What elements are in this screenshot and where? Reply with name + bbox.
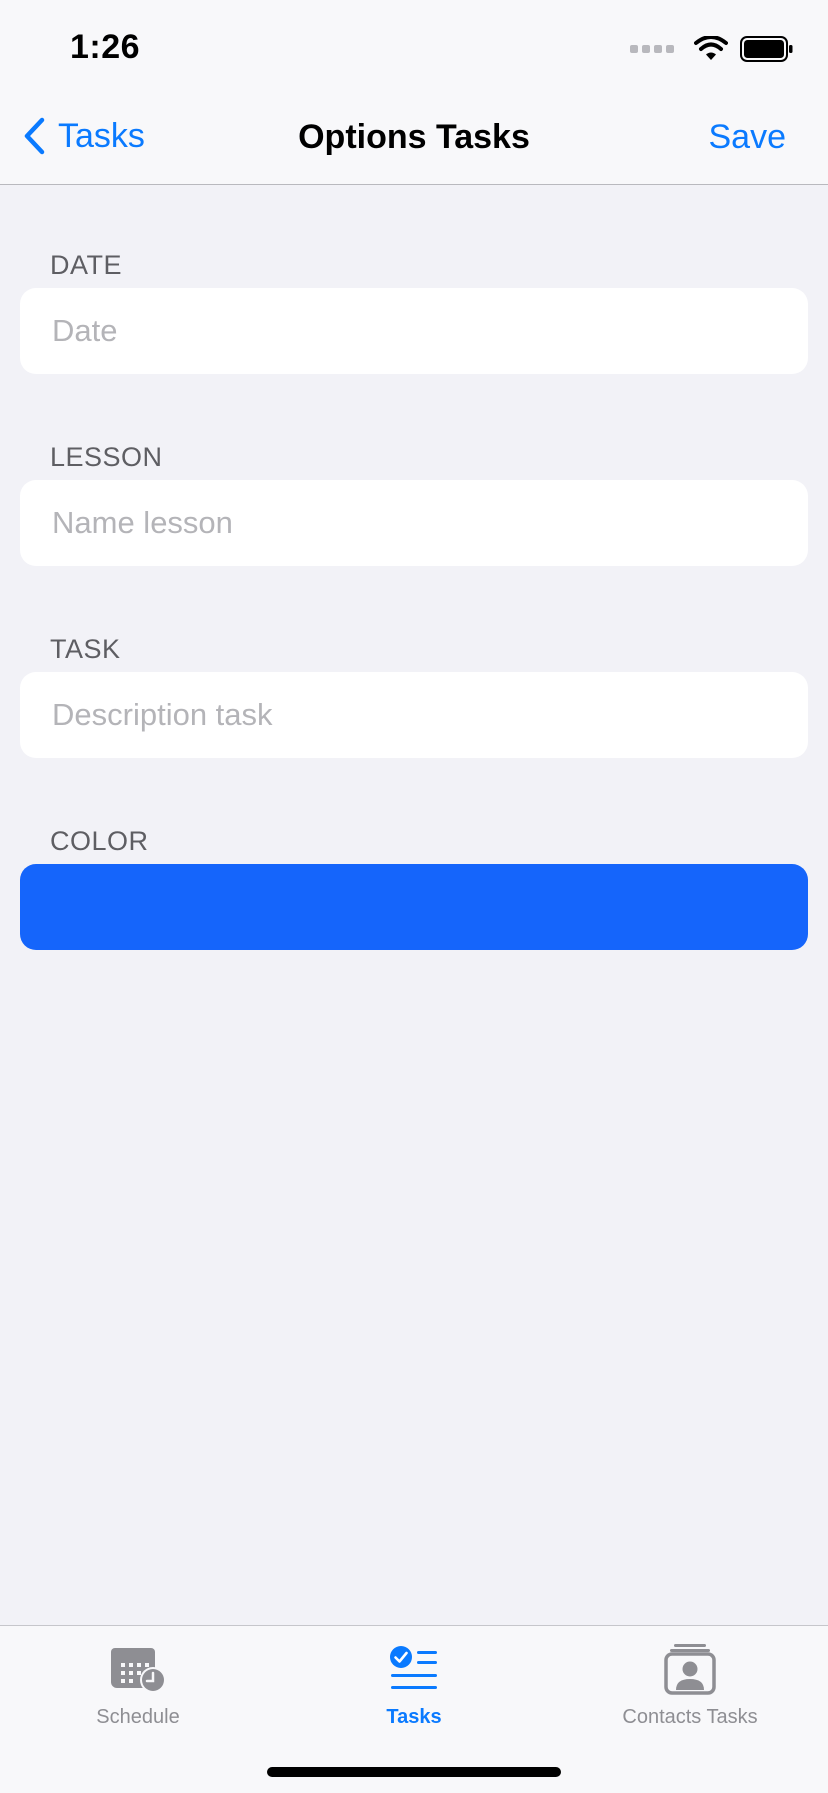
save-button[interactable]: Save — [709, 118, 787, 157]
tab-contacts-tasks-label: Contacts Tasks — [622, 1706, 758, 1728]
tab-schedule-label: Schedule — [96, 1706, 180, 1728]
status-icons — [630, 36, 794, 62]
page-title: Options Tasks — [298, 118, 530, 156]
color-section-label: COLOR — [50, 826, 149, 856]
task-section-label: TASK — [50, 634, 121, 664]
cellular-signal-icon — [630, 45, 674, 53]
lesson-section-label: LESSON — [50, 442, 163, 472]
home-indicator — [267, 1767, 561, 1777]
tab-contacts-tasks[interactable]: Contacts Tasks — [552, 1640, 828, 1729]
tab-tasks[interactable]: Tasks — [276, 1640, 552, 1729]
date-input[interactable] — [50, 312, 778, 350]
date-field-container — [20, 288, 808, 374]
task-input[interactable] — [50, 696, 778, 734]
status-time: 1:26 — [70, 28, 141, 66]
tab-schedule[interactable]: Schedule — [0, 1640, 276, 1729]
status-bar: 1:26 — [0, 0, 828, 92]
wifi-icon — [694, 36, 728, 60]
tab-tasks-label: Tasks — [386, 1706, 442, 1728]
date-section-label: DATE — [50, 250, 123, 280]
battery-icon — [740, 36, 793, 62]
contact-card-icon — [664, 1644, 716, 1695]
calendar-clock-icon — [111, 1648, 166, 1693]
navigation-bar: Tasks Options Tasks Save — [0, 92, 828, 185]
color-picker-button[interactable] — [20, 864, 808, 950]
task-field-container — [20, 672, 808, 758]
checklist-icon — [390, 1646, 437, 1689]
lesson-input[interactable] — [50, 504, 778, 542]
lesson-field-container — [20, 480, 808, 566]
